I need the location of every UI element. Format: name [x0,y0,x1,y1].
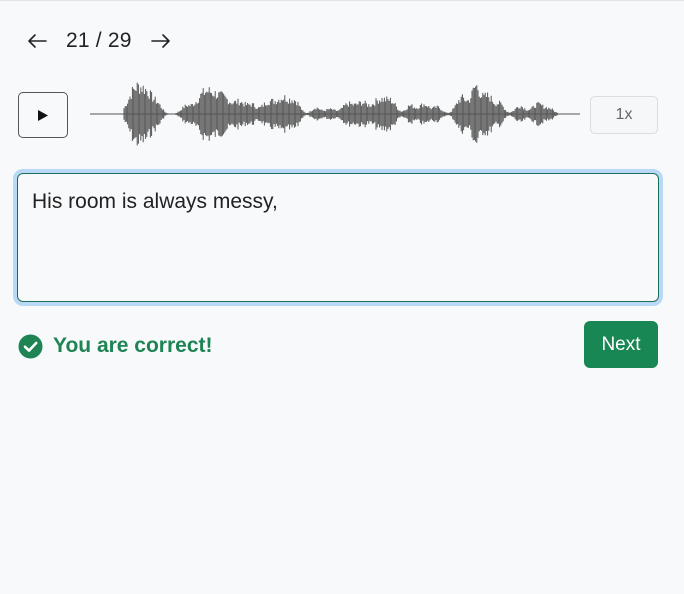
pager-separator: / [95,29,102,52]
result-message: You are correct! [53,334,213,357]
top-divider [0,0,684,1]
check-circle-icon [18,334,43,358]
play-button[interactable] [18,92,68,138]
play-icon [38,109,48,121]
audio-waveform[interactable] [90,76,580,152]
pager-total: 29 [107,29,132,52]
arrow-left-icon[interactable] [26,28,48,54]
next-button[interactable]: Next [584,321,658,368]
result-status: You are correct! [18,333,213,359]
waveform-path [123,82,559,146]
playback-speed-button[interactable]: 1x [590,96,658,134]
answer-input[interactable] [17,173,659,302]
pager-counter: 21 / 29 [66,29,132,53]
pager: 21 / 29 [26,28,172,54]
arrow-right-icon[interactable] [150,28,172,54]
answer-focus-ring [13,169,663,306]
pager-current: 21 [66,29,90,52]
